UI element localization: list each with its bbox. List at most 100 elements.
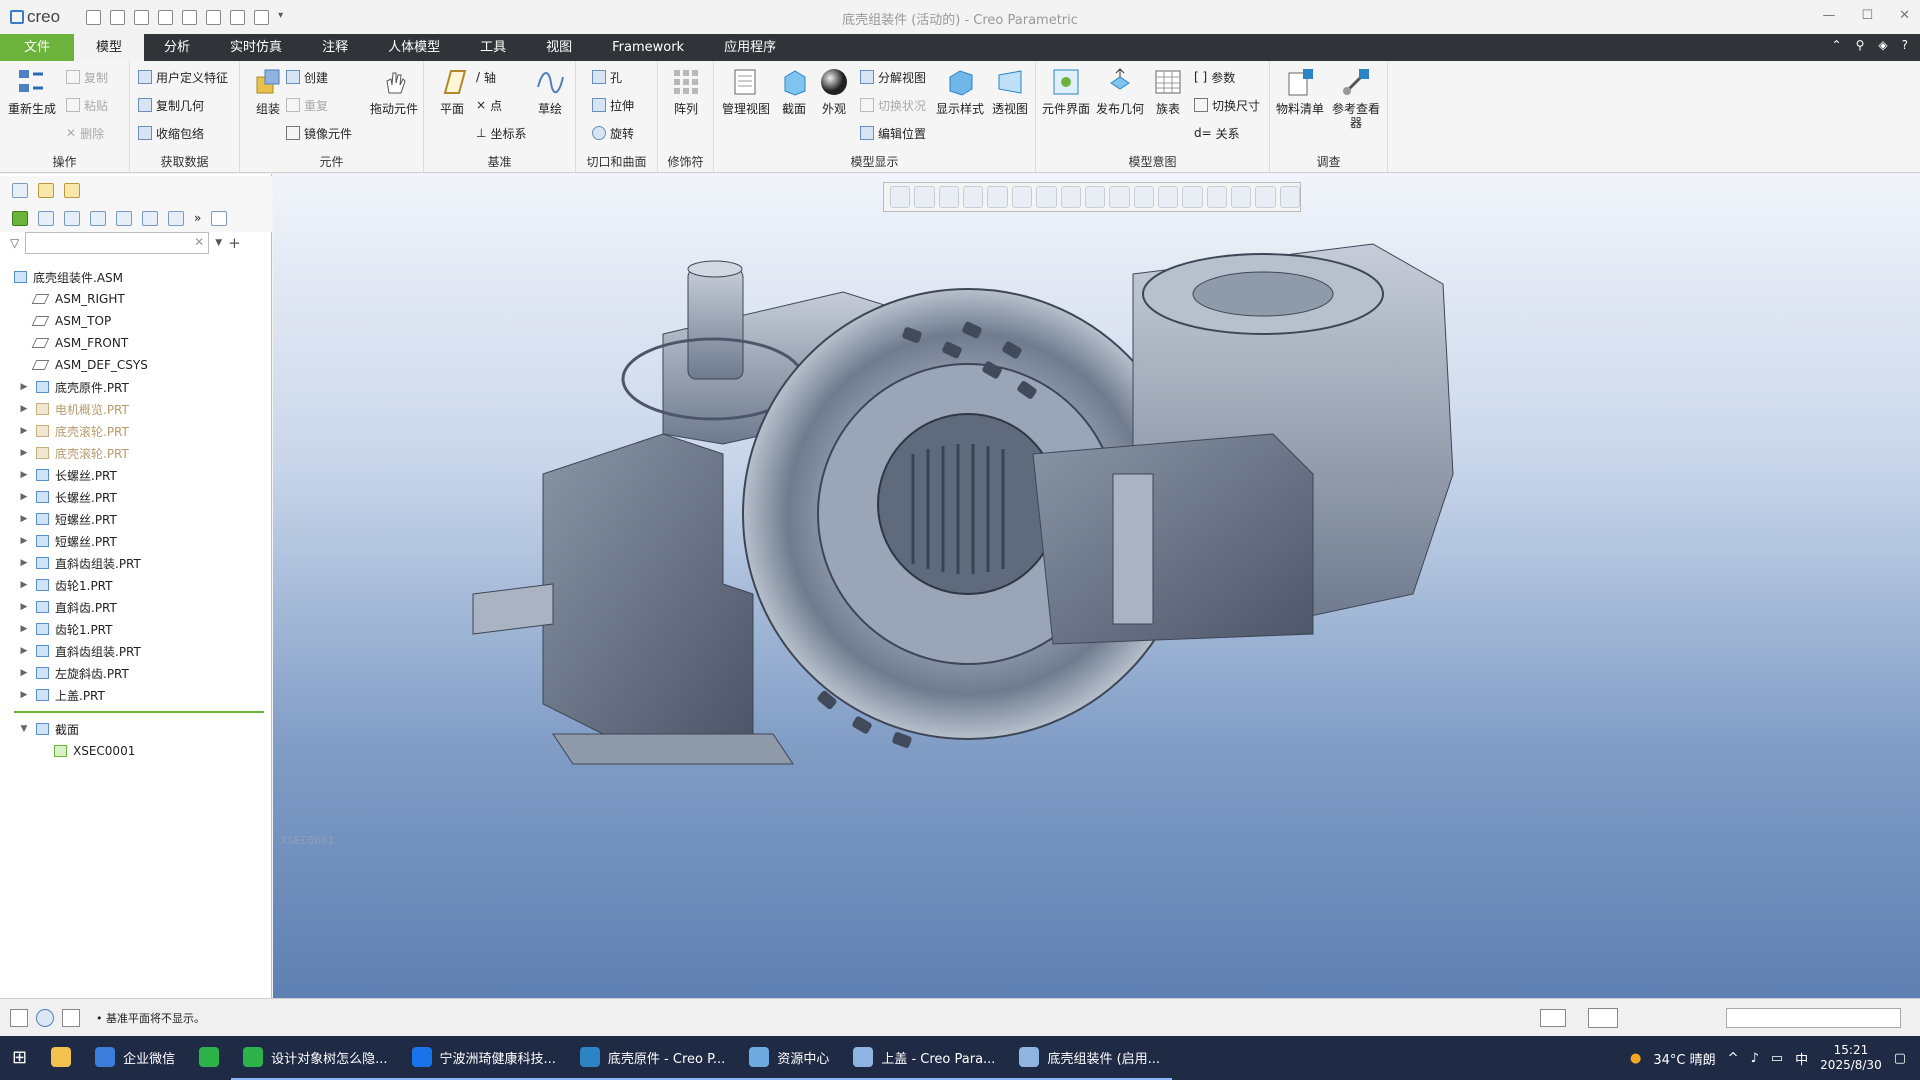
tree-columns-icon[interactable] [64, 210, 80, 226]
pattern-button[interactable]: 阵列 [660, 65, 712, 116]
expand-arrow-icon[interactable]: ▶ [18, 514, 30, 524]
tree-part-item[interactable]: ▶ 直斜齿.PRT [0, 596, 272, 618]
smart-select-icon[interactable] [1588, 1008, 1618, 1028]
tree-part-item[interactable]: ▶ 长螺丝.PRT [0, 486, 272, 508]
volume-icon[interactable]: ♪ [1751, 1051, 1759, 1066]
tree-search-input[interactable]: ✕ [25, 232, 210, 254]
close-button[interactable]: ✕ [1899, 8, 1910, 23]
edit-position-button[interactable]: 编辑位置 [860, 123, 926, 143]
tab-manikin[interactable]: 人体模型 [368, 34, 460, 61]
network-icon[interactable]: ▭ [1771, 1051, 1783, 1066]
tree-settings-icon[interactable] [90, 210, 106, 226]
mirror-component-button[interactable]: 镜像元件 [286, 123, 352, 143]
expand-arrow-icon[interactable]: ▶ [18, 492, 30, 502]
model-tree-tab-icon[interactable] [12, 182, 28, 198]
file-explorer-button[interactable] [39, 1036, 83, 1080]
expand-arrow-icon[interactable]: ▶ [18, 404, 30, 414]
help-center-icon[interactable]: ◈ [1878, 38, 1887, 52]
family-table-button[interactable]: 族表 [1142, 65, 1194, 116]
expand-arrow-icon[interactable]: ▶ [18, 690, 30, 700]
tree-part-item[interactable]: ▶ 齿轮1.PRT [0, 618, 272, 640]
tab-view[interactable]: 视图 [526, 34, 592, 61]
more-icon[interactable]: » [194, 211, 201, 225]
taskbar-item[interactable]: 企业微信 [83, 1036, 187, 1080]
browser-icon[interactable] [36, 1009, 54, 1027]
regenerate-icon[interactable] [206, 9, 222, 25]
fullscreen-icon[interactable] [62, 1009, 80, 1027]
parameters-button[interactable]: [ ] 参数 [1194, 67, 1235, 87]
search-icon[interactable]: ⚲ [1856, 38, 1865, 52]
tree-datum-item[interactable]: ASM_FRONT [0, 332, 272, 354]
add-icon[interactable]: + [228, 234, 241, 252]
show-tree-icon[interactable] [12, 210, 28, 226]
csys-button[interactable]: ⊥ 坐标系 [476, 123, 526, 143]
tree-part-item[interactable]: ▶ 底壳原件.PRT [0, 376, 272, 398]
copy-button[interactable]: 复制 [66, 67, 108, 87]
relations-button[interactable]: d= 关系 [1194, 123, 1240, 143]
redo-icon[interactable] [182, 9, 198, 25]
tab-annotate[interactable]: 注释 [302, 34, 368, 61]
weather-text[interactable]: 34°C 晴朗 [1653, 1049, 1715, 1068]
new-icon[interactable] [86, 9, 102, 25]
collapse-arrow-icon[interactable]: ▼ [18, 724, 30, 734]
display-style-button[interactable]: 显示样式 [934, 65, 986, 116]
tree-gear-icon[interactable] [168, 210, 184, 226]
create-button[interactable]: 创建 [286, 67, 328, 87]
expand-arrow-icon[interactable]: ▶ [18, 448, 30, 458]
undo-icon[interactable] [158, 9, 174, 25]
expand-arrow-icon[interactable]: ▶ [18, 580, 30, 590]
switch-dimensions-button[interactable]: 切换尺寸 [1194, 95, 1260, 115]
shrinkwrap-button[interactable]: 收缩包络 [138, 123, 204, 143]
tab-tools[interactable]: 工具 [460, 34, 526, 61]
tab-simulation[interactable]: 实时仿真 [210, 34, 302, 61]
hole-button[interactable]: 孔 [592, 67, 622, 87]
taskbar-item[interactable]: 宁波洲琦健康科技... [399, 1036, 568, 1080]
clock[interactable]: 15:21 2025/8/30 [1820, 1043, 1882, 1073]
tree-datum-item[interactable]: ASM_RIGHT [0, 288, 272, 310]
tree-part-item[interactable]: ▶ 短螺丝.PRT [0, 530, 272, 552]
tree-root[interactable]: 底壳组装件.ASM [0, 266, 272, 288]
appearance-button[interactable]: 外观 [808, 65, 860, 116]
regenerate-button[interactable]: 重新生成 [6, 65, 58, 116]
customize-icon[interactable]: ▾ [278, 10, 293, 25]
ime-indicator[interactable]: 中 [1795, 1049, 1808, 1068]
extrude-button[interactable]: 拉伸 [592, 95, 634, 115]
tree-datum-item[interactable]: ASM_DEF_CSYS [0, 354, 272, 376]
tree-part-item[interactable]: ▶ 短螺丝.PRT [0, 508, 272, 530]
tree-part-item[interactable]: ▶ 齿轮1.PRT [0, 574, 272, 596]
expand-arrow-icon[interactable]: ▶ [18, 382, 30, 392]
tree-part-item[interactable]: ▶ 直斜齿组装.PRT [0, 640, 272, 662]
maximize-button[interactable]: ☐ [1861, 8, 1873, 23]
paste-button[interactable]: 粘贴 [66, 95, 108, 115]
expand-arrow-icon[interactable]: ▶ [18, 426, 30, 436]
taskbar-item[interactable]: 上盖 - Creo Para... [841, 1036, 1008, 1080]
expand-arrow-icon[interactable]: ▶ [18, 646, 30, 656]
udf-button[interactable]: 用户定义特征 [138, 67, 228, 87]
tree-section-item[interactable]: XSEC0001 [0, 740, 272, 762]
tab-framework[interactable]: Framework [592, 34, 704, 61]
perspective-button[interactable]: 透视图 [984, 65, 1036, 116]
expand-arrow-icon[interactable]: ▶ [18, 470, 30, 480]
tree-layers-icon[interactable] [142, 210, 158, 226]
tree-part-item[interactable]: ▶ 左旋斜齿.PRT [0, 662, 272, 684]
minimize-button[interactable]: — [1822, 8, 1835, 23]
explode-view-button[interactable]: 分解视图 [860, 67, 926, 87]
folder-browser-tab-icon[interactable] [38, 182, 54, 198]
open-icon[interactable] [110, 9, 126, 25]
manage-views-button[interactable]: 管理视图 [720, 65, 772, 116]
taskbar-item[interactable]: 底壳组装件 (启用... [1007, 1036, 1173, 1080]
tab-analysis[interactable]: 分析 [144, 34, 210, 61]
tab-file[interactable]: 文件 [0, 34, 75, 61]
search-dropdown-icon[interactable]: ▼ [215, 238, 222, 248]
expand-arrow-icon[interactable]: ▶ [18, 624, 30, 634]
sketch-button[interactable]: 草绘 [524, 65, 576, 116]
graphics-viewport[interactable]: XSEC0001 [273, 174, 1920, 998]
expand-arrow-icon[interactable]: ▶ [18, 668, 30, 678]
point-button[interactable]: × 点 [476, 95, 502, 115]
tab-model[interactable]: 模型 [74, 34, 145, 61]
publish-geometry-button[interactable]: 发布几何 [1094, 65, 1146, 116]
selection-filter-dropdown[interactable] [1726, 1008, 1901, 1028]
expand-arrow-icon[interactable]: ▶ [18, 536, 30, 546]
collapse-ribbon-icon[interactable]: ⌃ [1832, 38, 1842, 52]
start-button[interactable]: ⊞ [0, 1036, 39, 1080]
